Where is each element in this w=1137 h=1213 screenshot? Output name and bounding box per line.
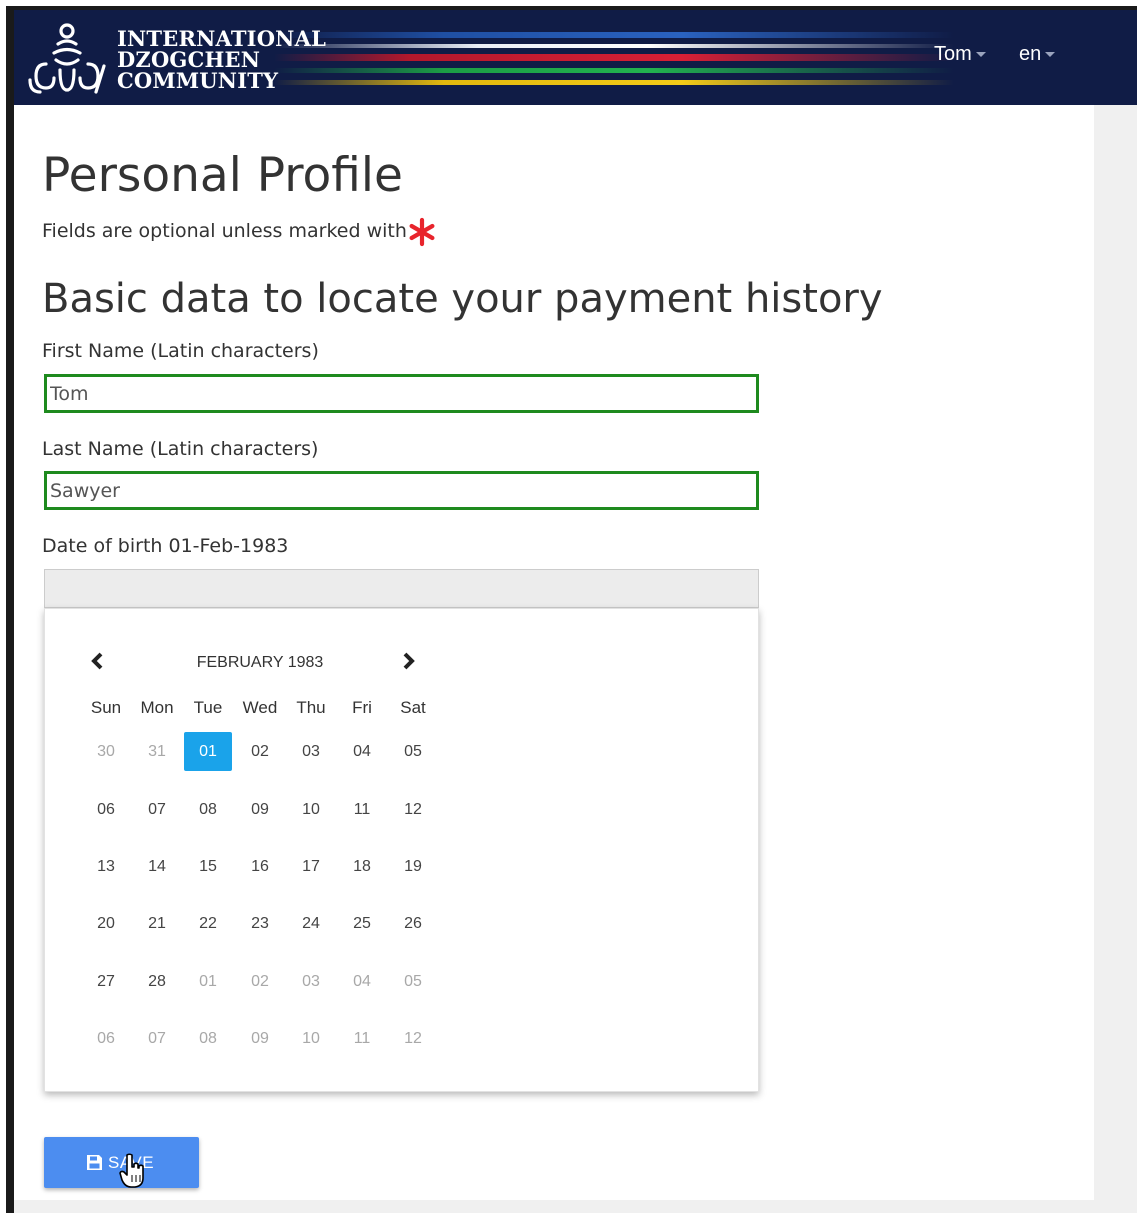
floppy-disk-icon [87,1155,102,1170]
weekday-header-tue: Tue [193,698,223,717]
calendar-day-other-month[interactable]: 05 [389,962,437,1001]
calendar-day[interactable]: 28 [133,962,181,1001]
calendar-day[interactable]: 17 [287,847,335,886]
caret-down-icon [975,52,986,58]
page-title: Personal Profile [42,148,403,203]
calendar-day-other-month[interactable]: 31 [133,732,181,771]
calendar-day-other-month[interactable]: 03 [287,962,335,1001]
weekday-header-mon: Mon [140,698,174,717]
calendar-day-other-month[interactable]: 07 [133,1019,181,1058]
logo-line-1: INTERNATIONAL [117,26,327,51]
caret-down-icon [1045,52,1056,58]
header-banner-stripes [274,28,954,90]
date-of-birth-label: Date of birth 01-Feb-1983 [42,535,289,557]
calendar-day[interactable]: 20 [82,904,130,943]
calendar-day-other-month[interactable]: 10 [287,1019,335,1058]
calendar-day[interactable]: 15 [184,847,232,886]
calendar-day[interactable]: 21 [133,904,181,943]
calendar-day[interactable]: 13 [82,847,130,886]
calendar-day[interactable]: 25 [338,904,386,943]
calendar-day-other-month[interactable]: 04 [338,962,386,1001]
weekday-header-sat: Sat [400,698,426,717]
language-menu-dropdown[interactable]: en [1019,43,1056,66]
dzogchen-logo-icon[interactable] [26,20,108,96]
weekday-header-fri: Fri [352,698,372,717]
banner-stripe-yellow [274,80,954,85]
banner-stripe-red [274,54,954,61]
logo-line-2: DZOGCHEN [117,47,261,72]
banner-stripe-white [274,44,954,48]
banner-stripe-green [274,68,954,73]
first-name-input[interactable] [44,374,759,413]
language-menu-label: en [1019,43,1042,65]
calendar-day[interactable]: 19 [389,847,437,886]
datepicker-month-label[interactable]: FEBRUARY 1983 [160,654,360,672]
calendar-day[interactable]: 24 [287,904,335,943]
calendar-day[interactable]: 08 [184,790,232,829]
calendar-day[interactable]: 05 [389,732,437,771]
calendar-day[interactable]: 07 [133,790,181,829]
calendar-day[interactable]: 04 [338,732,386,771]
calendar-day[interactable]: 26 [389,904,437,943]
weekday-header-sun: Sun [90,698,122,717]
calendar-day[interactable]: 02 [236,732,284,771]
required-fields-hint: Fields are optional unless marked with [42,220,407,242]
datepicker-popup: FEBRUARY 1983 Sun Mon Tue Wed Thu Fri Sat 30 31 0… [44,608,759,1092]
calendar-day[interactable]: 18 [338,847,386,886]
chevron-left-icon[interactable] [87,649,107,673]
asterisk-icon [409,217,435,247]
calendar-day-other-month[interactable]: 09 [236,1019,284,1058]
logo-line-3: COMMUNITY [117,68,279,93]
calendar-day[interactable]: 22 [184,904,232,943]
calendar-day[interactable]: 01 [184,732,232,771]
banner-stripe-blue [274,32,954,38]
hand-cursor-icon [119,1153,144,1188]
calendar-day[interactable]: 09 [236,790,284,829]
last-name-label: Last Name (Latin characters) [42,438,319,460]
calendar-day-other-month[interactable]: 11 [338,1019,386,1058]
date-of-birth-input[interactable] [44,569,759,608]
last-name-input[interactable] [44,471,759,510]
calendar-day[interactable]: 11 [338,790,386,829]
calendar-day[interactable]: 27 [82,962,130,1001]
calendar-day-other-month[interactable]: 30 [82,732,130,771]
calendar-day-other-month[interactable]: 01 [184,962,232,1001]
calendar-day[interactable]: 16 [236,847,284,886]
calendar-day-other-month[interactable]: 06 [82,1019,130,1058]
weekday-header-wed: Wed [242,698,278,717]
calendar-day[interactable]: 14 [133,847,181,886]
right-gutter [1094,105,1137,1213]
calendar-day-other-month[interactable]: 12 [389,1019,437,1058]
calendar-day[interactable]: 12 [389,790,437,829]
user-menu-label: Tom [934,43,972,65]
first-name-label: First Name (Latin characters) [42,340,319,362]
section-title: Basic data to locate your payment histor… [42,276,883,322]
weekday-header-thu: Thu [296,698,326,717]
user-menu-dropdown[interactable]: Tom [934,43,986,66]
chevron-right-icon[interactable] [399,649,419,673]
calendar-day-other-month[interactable]: 08 [184,1019,232,1058]
calendar-day[interactable]: 06 [82,790,130,829]
calendar-day[interactable]: 23 [236,904,284,943]
site-header: INTERNATIONAL DZOGCHEN COMMUNITY Tom en [14,10,1137,105]
calendar-day-other-month[interactable]: 02 [236,962,284,1001]
calendar-day[interactable]: 10 [287,790,335,829]
bottom-gutter [14,1200,1137,1213]
page: INTERNATIONAL DZOGCHEN COMMUNITY Tom en … [14,10,1137,1213]
calendar-day[interactable]: 03 [287,732,335,771]
logo-wordmark[interactable]: INTERNATIONAL DZOGCHEN COMMUNITY [117,28,326,91]
